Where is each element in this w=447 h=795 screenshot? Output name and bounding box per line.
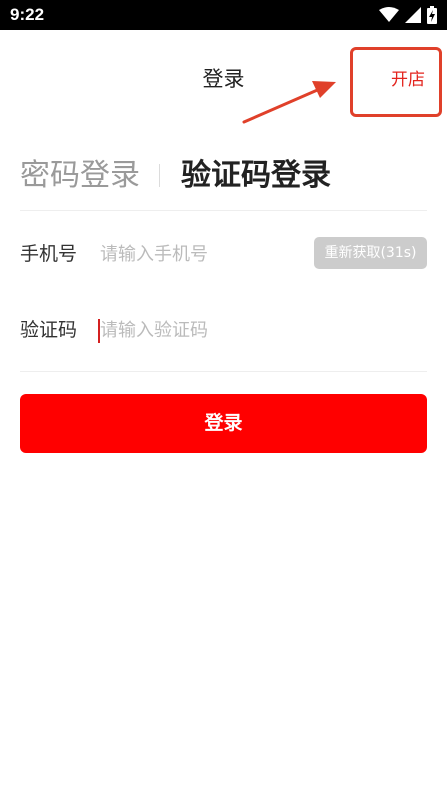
phone-label: 手机号	[20, 243, 78, 265]
open-shop-button[interactable]: 开店	[350, 47, 442, 117]
wifi-icon	[379, 7, 399, 22]
status-time: 9:22	[10, 5, 45, 24]
status-bar: 9:22	[0, 0, 447, 30]
tab-password-login[interactable]: 密码登录	[20, 157, 140, 195]
tab-divider	[159, 164, 160, 187]
phone-input[interactable]	[100, 240, 310, 268]
code-label: 验证码	[20, 319, 78, 341]
phone-row: 手机号 重新获取(31s)	[20, 232, 427, 278]
annotation-arrow	[242, 81, 336, 124]
status-icons	[379, 6, 437, 24]
code-input[interactable]	[100, 316, 310, 344]
battery-charging-icon	[427, 6, 437, 24]
signal-icon	[405, 7, 421, 23]
resend-code-button[interactable]: 重新获取(31s)	[314, 237, 427, 269]
tab-code-login[interactable]: 验证码登录	[181, 157, 331, 195]
login-mode-tabs: 密码登录 验证码登录	[20, 155, 427, 211]
code-row: 验证码	[20, 308, 427, 372]
login-button[interactable]: 登录	[20, 394, 427, 453]
open-shop-label: 开店	[391, 70, 425, 90]
header: 登录 开店	[0, 30, 447, 124]
